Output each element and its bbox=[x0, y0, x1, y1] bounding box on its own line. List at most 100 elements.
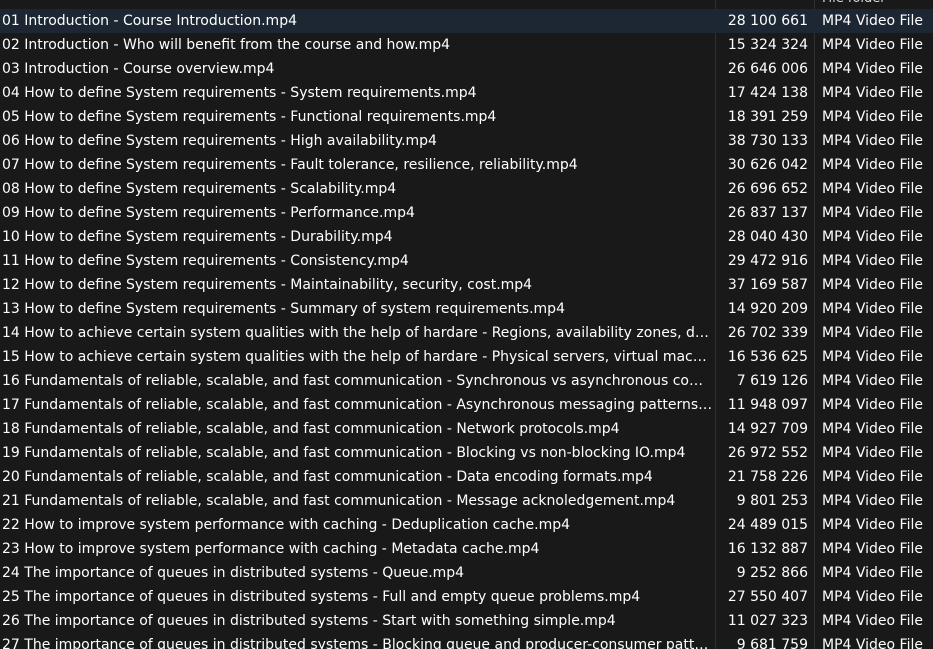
file-type: MP4 Video File bbox=[822, 325, 923, 341]
file-row[interactable]: 15 How to achieve certain system qualiti… bbox=[0, 345, 933, 369]
file-row[interactable]: 27 The importance of queues in distribut… bbox=[0, 633, 933, 649]
file-row[interactable]: 04 How to define System requirements - S… bbox=[0, 81, 933, 105]
file-name: 26 The importance of queues in distribut… bbox=[2, 613, 616, 629]
file-row[interactable]: 14 How to achieve certain system qualiti… bbox=[0, 321, 933, 345]
file-type: MP4 Video File bbox=[822, 85, 923, 101]
file-size: 14 927 709 bbox=[727, 421, 808, 437]
file-row[interactable]: 02 Introduction - Who will benefit from … bbox=[0, 33, 933, 57]
file-row[interactable]: 09 How to define System requirements - P… bbox=[0, 201, 933, 225]
file-row[interactable]: 24 The importance of queues in distribut… bbox=[0, 561, 933, 585]
file-type: MP4 Video File bbox=[822, 493, 923, 509]
column-header-row: File folder bbox=[0, 0, 933, 9]
file-type: MP4 Video File bbox=[822, 133, 923, 149]
file-type: MP4 Video File bbox=[822, 61, 923, 77]
file-row[interactable]: 26 The importance of queues in distribut… bbox=[0, 609, 933, 633]
file-row[interactable]: 18 Fundamentals of reliable, scalable, a… bbox=[0, 417, 933, 441]
file-row[interactable]: 19 Fundamentals of reliable, scalable, a… bbox=[0, 441, 933, 465]
file-type: MP4 Video File bbox=[822, 421, 923, 437]
file-row[interactable]: 06 How to define System requirements - H… bbox=[0, 129, 933, 153]
file-size: 37 169 587 bbox=[727, 277, 808, 293]
file-name: 05 How to define System requirements - F… bbox=[2, 109, 497, 125]
file-type: MP4 Video File bbox=[822, 469, 923, 485]
file-type: MP4 Video File bbox=[822, 37, 923, 53]
file-size: 17 424 138 bbox=[727, 85, 808, 101]
file-row[interactable]: 21 Fundamentals of reliable, scalable, a… bbox=[0, 489, 933, 513]
file-size: 28 100 661 bbox=[727, 13, 808, 29]
file-type: MP4 Video File bbox=[822, 229, 923, 245]
file-row[interactable]: 20 Fundamentals of reliable, scalable, a… bbox=[0, 465, 933, 489]
file-row[interactable]: 16 Fundamentals of reliable, scalable, a… bbox=[0, 369, 933, 393]
file-row[interactable]: 01 Introduction - Course Introduction.mp… bbox=[0, 9, 933, 33]
file-name: 11 How to define System requirements - C… bbox=[2, 253, 409, 269]
file-size: 11 948 097 bbox=[727, 397, 808, 413]
file-type: MP4 Video File bbox=[822, 637, 923, 649]
file-name: 19 Fundamentals of reliable, scalable, a… bbox=[2, 445, 686, 461]
file-type: MP4 Video File bbox=[822, 301, 923, 317]
file-name: 02 Introduction - Who will benefit from … bbox=[2, 37, 451, 53]
file-row[interactable]: 05 How to define System requirements - F… bbox=[0, 105, 933, 129]
file-size: 30 626 042 bbox=[727, 157, 808, 173]
file-name: 15 How to achieve certain system qualiti… bbox=[2, 349, 713, 365]
file-name: 24 The importance of queues in distribut… bbox=[2, 565, 465, 581]
file-name: 01 Introduction - Course Introduction.mp… bbox=[2, 13, 297, 29]
file-name: 14 How to achieve certain system qualiti… bbox=[2, 325, 713, 341]
file-name: 08 How to define System requirements - S… bbox=[2, 181, 397, 197]
file-type: MP4 Video File bbox=[822, 613, 923, 629]
file-type: MP4 Video File bbox=[822, 541, 923, 557]
file-row[interactable]: 17 Fundamentals of reliable, scalable, a… bbox=[0, 393, 933, 417]
file-name: 20 Fundamentals of reliable, scalable, a… bbox=[2, 469, 653, 485]
file-type: MP4 Video File bbox=[822, 445, 923, 461]
file-size: 16 536 625 bbox=[727, 349, 808, 365]
file-name: 06 How to define System requirements - H… bbox=[2, 133, 437, 149]
file-size: 28 040 430 bbox=[727, 229, 808, 245]
file-list: 01 Introduction - Course Introduction.mp… bbox=[0, 9, 933, 649]
file-size: 26 837 137 bbox=[727, 205, 808, 221]
file-name: 12 How to define System requirements - M… bbox=[2, 277, 533, 293]
file-name: 22 How to improve system performance wit… bbox=[2, 517, 571, 533]
file-size: 38 730 133 bbox=[727, 133, 808, 149]
file-size: 27 550 407 bbox=[727, 589, 808, 605]
file-row[interactable]: 03 Introduction - Course overview.mp4 26… bbox=[0, 57, 933, 81]
file-row[interactable]: 12 How to define System requirements - M… bbox=[0, 273, 933, 297]
file-size: 9 801 253 bbox=[736, 493, 808, 509]
file-type: MP4 Video File bbox=[822, 397, 923, 413]
file-name: 21 Fundamentals of reliable, scalable, a… bbox=[2, 493, 676, 509]
file-row[interactable]: 25 The importance of queues in distribut… bbox=[0, 585, 933, 609]
file-type: MP4 Video File bbox=[822, 589, 923, 605]
file-type: MP4 Video File bbox=[822, 205, 923, 221]
file-size: 9 681 759 bbox=[736, 637, 808, 649]
file-name: 10 How to define System requirements - D… bbox=[2, 229, 393, 245]
file-row[interactable]: 23 How to improve system performance wit… bbox=[0, 537, 933, 561]
file-name: 09 How to define System requirements - P… bbox=[2, 205, 415, 221]
file-name: 23 How to improve system performance wit… bbox=[2, 541, 540, 557]
file-size: 14 920 209 bbox=[727, 301, 808, 317]
column-header-name[interactable] bbox=[0, 0, 700, 7]
file-size: 16 132 887 bbox=[727, 541, 808, 557]
file-size: 29 472 916 bbox=[727, 253, 808, 269]
file-row[interactable]: 22 How to improve system performance wit… bbox=[0, 513, 933, 537]
file-type: MP4 Video File bbox=[822, 277, 923, 293]
file-size: 26 972 552 bbox=[727, 445, 808, 461]
file-type: MP4 Video File bbox=[822, 157, 923, 173]
file-size: 11 027 323 bbox=[727, 613, 808, 629]
file-size: 18 391 259 bbox=[727, 109, 808, 125]
file-size: 26 702 339 bbox=[727, 325, 808, 341]
file-row[interactable]: 11 How to define System requirements - C… bbox=[0, 249, 933, 273]
file-row[interactable]: 08 How to define System requirements - S… bbox=[0, 177, 933, 201]
file-name: 17 Fundamentals of reliable, scalable, a… bbox=[2, 397, 713, 413]
file-name: 07 How to define System requirements - F… bbox=[2, 157, 578, 173]
file-type: MP4 Video File bbox=[822, 109, 923, 125]
file-type: MP4 Video File bbox=[822, 517, 923, 533]
column-header-type-partial: File folder bbox=[822, 0, 886, 7]
file-type: MP4 Video File bbox=[822, 565, 923, 581]
file-row[interactable]: 10 How to define System requirements - D… bbox=[0, 225, 933, 249]
file-type: MP4 Video File bbox=[822, 181, 923, 197]
file-type: MP4 Video File bbox=[822, 373, 923, 389]
file-type: MP4 Video File bbox=[822, 13, 923, 29]
file-size: 9 252 866 bbox=[736, 565, 808, 581]
file-row[interactable]: 07 How to define System requirements - F… bbox=[0, 153, 933, 177]
file-name: 13 How to define System requirements - S… bbox=[2, 301, 565, 317]
file-row[interactable]: 13 How to define System requirements - S… bbox=[0, 297, 933, 321]
file-size: 7 619 126 bbox=[736, 373, 808, 389]
file-name: 04 How to define System requirements - S… bbox=[2, 85, 477, 101]
